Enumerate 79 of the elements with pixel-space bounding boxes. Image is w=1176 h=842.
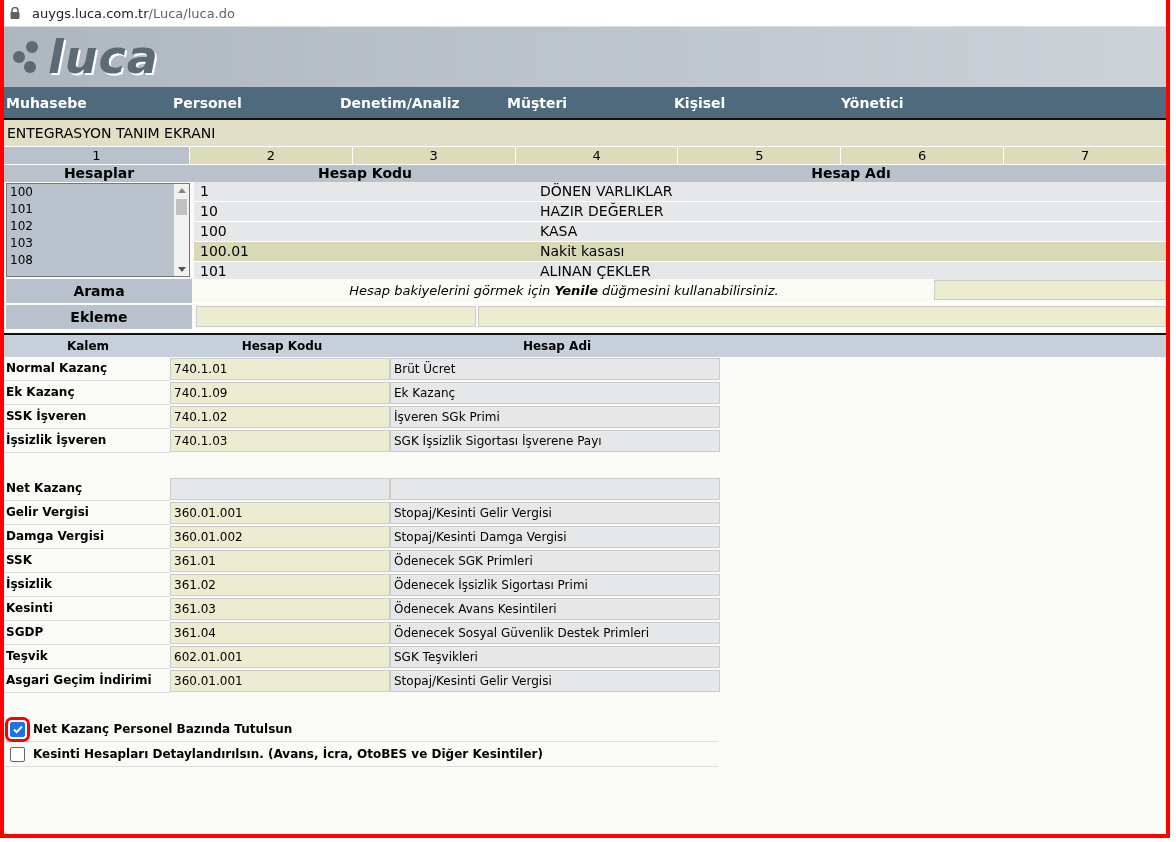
menu-item[interactable]: Yönetici <box>839 94 1006 111</box>
account-code: 101 <box>199 262 228 281</box>
url-path: /Luca/luca.do <box>148 5 235 21</box>
name-field: Stopaj/Kesinti Gelir Vergisi <box>390 670 720 692</box>
account-name: Nakit kasası <box>539 242 626 261</box>
step-tab[interactable]: 5 <box>677 147 841 164</box>
name-field: Ödenecek Avans Kesintileri <box>390 598 720 620</box>
step-tab[interactable]: 2 <box>189 147 352 164</box>
account-code: 10 <box>199 202 219 221</box>
name-field: SGK İşsizlik Sigortası İşverene Payı <box>390 430 720 452</box>
name-field: İşveren SGk Primi <box>390 406 720 428</box>
step-tab[interactable]: 6 <box>840 147 1004 164</box>
step-tab[interactable]: 3 <box>351 147 515 164</box>
name-field: Ek Kazanç <box>390 382 720 404</box>
menu-item[interactable]: Personel <box>171 94 338 111</box>
logo-text: luca <box>48 30 159 84</box>
search-field[interactable] <box>934 280 1166 300</box>
name-field: Brüt Ücret <box>390 358 720 380</box>
code-field[interactable]: 361.04 <box>170 622 390 644</box>
checkbox-label: Kesinti Hesapları Detaylandırılsın. (Avans, İcra, OtoBES ve Diğer Kesintiler) <box>33 747 543 761</box>
name-field: Ödenecek İşsizlik Sigortası Primi <box>390 574 720 596</box>
add-label: Ekleme <box>6 305 192 329</box>
checkbox[interactable] <box>10 746 25 762</box>
name-field: Stopaj/Kesinti Gelir Vergisi <box>390 502 720 524</box>
list-item[interactable]: 108 <box>10 252 174 269</box>
address-bar[interactable]: auygs.luca.com.tr/Luca/luca.do <box>4 0 1166 27</box>
account-row[interactable]: 100 KASA <box>194 222 1166 242</box>
list-item[interactable]: 100 <box>10 184 174 201</box>
step-tab[interactable]: 4 <box>514 147 678 164</box>
name-field: SGK Teşvikleri <box>390 646 720 668</box>
column-header: Hesap Adi <box>521 338 593 355</box>
account-row[interactable]: 10 HAZIR DEĞERLER <box>194 202 1166 222</box>
lock-icon <box>10 7 20 19</box>
column-header: Hesap Kodu <box>240 338 324 355</box>
code-field[interactable]: 740.1.09 <box>170 382 390 404</box>
account-row[interactable]: 101 ALINAN ÇEKLER <box>194 262 1166 282</box>
code-field[interactable]: 740.1.03 <box>170 430 390 452</box>
column-header: Kalem <box>65 338 111 355</box>
column-header: Hesap Adı <box>810 165 892 182</box>
code-field[interactable]: 361.03 <box>170 598 390 620</box>
checkbox-label: Net Kazanç Personel Bazında Tutulsun <box>33 722 293 736</box>
account-row[interactable]: 1 DÖNEN VARLIKLAR <box>194 182 1166 202</box>
input-field[interactable] <box>478 306 1166 327</box>
menu-item[interactable]: Muhasebe <box>4 94 171 111</box>
account-code: 100 <box>199 222 228 241</box>
code-field[interactable]: 740.1.02 <box>170 406 390 428</box>
menu-item[interactable]: Kişisel <box>672 94 839 111</box>
url-host: auygs.luca.com.tr <box>32 5 149 21</box>
name-field: Ödenecek SGK Primleri <box>390 550 720 572</box>
step-tab[interactable]: 1 <box>4 147 189 164</box>
account-row[interactable]: 100.01 Nakit kasası <box>194 242 1166 262</box>
menu-item[interactable]: Müşteri <box>505 94 672 111</box>
page-title: ENTEGRASYON TANIM EKRANI <box>4 120 1166 147</box>
menu-item[interactable]: Denetim/Analiz <box>338 94 505 111</box>
account-listbox[interactable]: 100 101 102 103 108 <box>6 183 190 277</box>
search-label: Arama <box>6 279 192 303</box>
code-field[interactable]: 740.1.01 <box>170 358 390 380</box>
code-field[interactable]: 360.01.002 <box>170 526 390 548</box>
column-header: Hesaplar <box>62 165 136 182</box>
code-field[interactable]: 360.01.001 <box>170 670 390 692</box>
code-field[interactable]: 361.02 <box>170 574 390 596</box>
list-item[interactable]: 102 <box>10 218 174 235</box>
code-field[interactable]: 360.01.001 <box>170 502 390 524</box>
account-name: DÖNEN VARLIKLAR <box>539 182 674 201</box>
scrollbar[interactable] <box>174 184 189 276</box>
step-tab[interactable]: 7 <box>1003 147 1166 164</box>
name-field: Ödenecek Sosyal Güvenlik Destek Primleri <box>390 622 720 644</box>
code-field[interactable]: 602.01.001 <box>170 646 390 668</box>
code-field[interactable]: 361.01 <box>170 550 390 572</box>
column-header: Hesap Kodu <box>316 165 414 182</box>
list-item[interactable]: 101 <box>10 201 174 218</box>
account-code: 100.01 <box>199 242 250 261</box>
input-field[interactable] <box>196 306 476 327</box>
account-name: KASA <box>539 222 579 241</box>
name-field: Stopaj/Kesinti Damga Vergisi <box>390 526 720 548</box>
account-name: HAZIR DEĞERLER <box>539 202 665 221</box>
account-code: 1 <box>199 182 210 201</box>
list-item[interactable]: 103 <box>10 235 174 252</box>
account-name: ALINAN ÇEKLER <box>539 262 652 281</box>
